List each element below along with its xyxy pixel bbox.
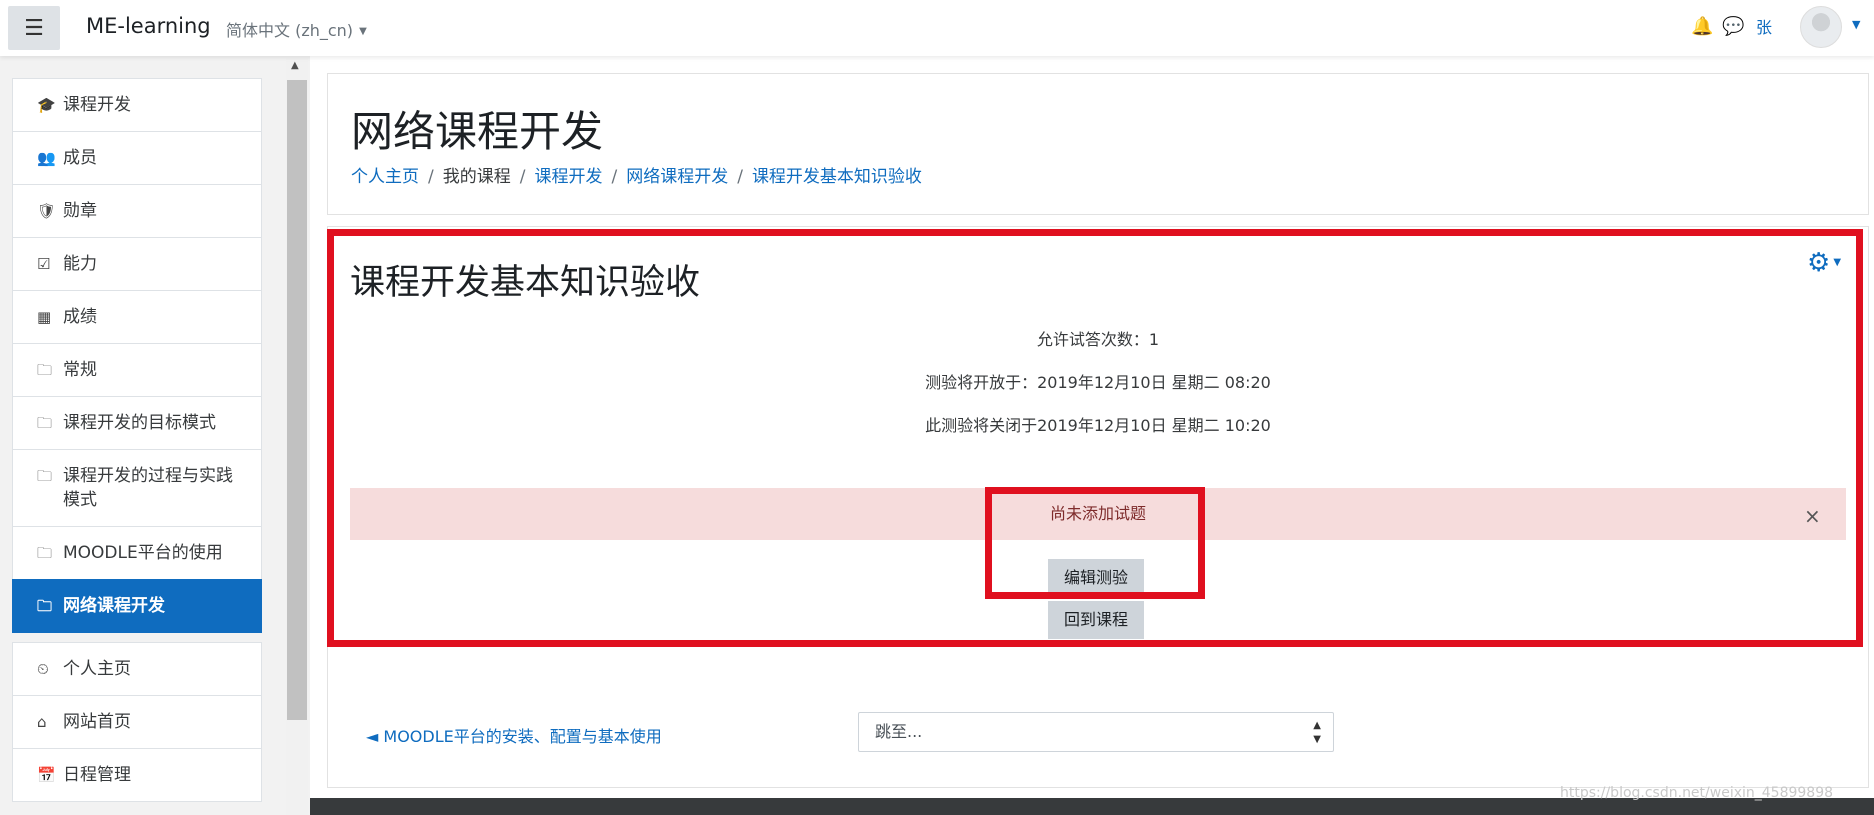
back-to-course-button[interactable]: 回到课程 xyxy=(1048,601,1144,639)
sidebar-item-label: 课程开发的目标模式 xyxy=(63,413,216,433)
users-icon: 👥 xyxy=(37,149,56,167)
sidebar-item-label: 课程开发的过程与实践模式 xyxy=(63,466,233,510)
top-navbar: ☰ ME-learning 简体中文 (zh_cn) ▼ 🔔 💬 张 ▼ xyxy=(0,0,1874,56)
sidebar-item-label: 常规 xyxy=(63,360,97,380)
caret-down-icon: ▼ xyxy=(1833,257,1842,268)
breadcrumb-section[interactable]: 网络课程开发 xyxy=(626,167,728,187)
sidebar-item-label: 成员 xyxy=(63,148,97,168)
quiz-attempts-allowed: 允许试答次数：1 xyxy=(1036,330,1160,349)
folder-icon: 🗀 xyxy=(37,361,53,379)
sidebar: 🎓 课程开发 👥 成员 🛡 勋章 ☑ 能力 ▦ 成绩 🗀 常规 🗀 课程开发的目标模式 🗀 课程… xyxy=(0,56,280,815)
check-square-icon: ☑ xyxy=(37,255,51,273)
sidebar-item-competencies[interactable]: ☑ 能力 xyxy=(12,237,262,291)
gear-icon: ⚙ xyxy=(1807,248,1831,278)
folder-icon: 🗀 xyxy=(37,544,53,562)
watermark: https://blog.csdn.net/weixin_45899898 xyxy=(1560,785,1834,801)
sidebar-item-online-course[interactable]: 🗀 网络课程开发 xyxy=(12,579,262,633)
scroll-up-arrow-icon[interactable]: ▲ xyxy=(291,60,299,71)
sidebar-item-calendar[interactable]: 📅 日程管理 xyxy=(12,748,262,802)
sidebar-item-target-mode[interactable]: 🗀 课程开发的目标模式 xyxy=(12,396,262,450)
sidebar-item-participants[interactable]: 👥 成员 xyxy=(12,131,262,185)
sidebar-item-moodle[interactable]: 🗀 MOODLE平台的使用 xyxy=(12,526,262,580)
folder-icon: 🗀 xyxy=(37,467,53,485)
sidebar-nav: 🎓 课程开发 👥 成员 🛡 勋章 ☑ 能力 ▦ 成绩 🗀 常规 🗀 课程开发的目标模式 🗀 课程… xyxy=(12,78,262,802)
table-icon: ▦ xyxy=(37,308,52,326)
breadcrumb-my-courses: 我的课程 xyxy=(442,167,511,187)
home-icon: ⌂ xyxy=(37,713,47,731)
bell-icon[interactable]: 🔔 xyxy=(1691,16,1713,37)
sidebar-item-site-home[interactable]: ⌂ 网站首页 xyxy=(12,695,262,749)
dashboard-icon: ⏲ xyxy=(37,660,49,678)
quiz-title: 课程开发基本知识验收 xyxy=(350,263,701,303)
avatar[interactable] xyxy=(1800,6,1842,48)
no-questions-alert: 尚未添加试题 xyxy=(350,488,1846,540)
graduation-cap-icon: 🎓 xyxy=(37,96,56,114)
language-label: 简体中文 (zh_cn) xyxy=(226,21,354,40)
sidebar-item-badges[interactable]: 🛡 勋章 xyxy=(12,184,262,238)
jump-to-label: 跳至... xyxy=(875,722,923,741)
sidebar-item-label: 日程管理 xyxy=(63,765,131,785)
breadcrumb-quiz[interactable]: 课程开发基本知识验收 xyxy=(752,167,922,187)
shield-icon: 🛡 xyxy=(37,202,57,220)
menu-toggle-button[interactable]: ☰ xyxy=(8,6,60,50)
folder-icon: 🗀 xyxy=(37,414,53,432)
sidebar-item-label: 个人主页 xyxy=(63,659,131,679)
folder-icon: 🗀 xyxy=(37,597,53,615)
chat-icon[interactable]: 💬 xyxy=(1722,16,1744,37)
hamburger-icon: ☰ xyxy=(24,15,44,41)
select-arrows-icon: ▲ ▼ xyxy=(1313,720,1321,745)
sidebar-item-label: MOODLE平台的使用 xyxy=(63,543,223,563)
page-title: 网络课程开发 xyxy=(351,107,604,156)
close-icon[interactable]: × xyxy=(1804,504,1821,528)
sidebar-item-general[interactable]: 🗀 常规 xyxy=(12,343,262,397)
sidebar-item-label: 能力 xyxy=(63,254,97,274)
user-menu-caret-icon[interactable]: ▼ xyxy=(1852,18,1860,31)
settings-menu[interactable]: ⚙ ▼ xyxy=(1807,248,1841,278)
sidebar-item-course[interactable]: 🎓 课程开发 xyxy=(12,78,262,132)
user-name[interactable]: 张 xyxy=(1756,14,1772,38)
sidebar-item-label: 勋章 xyxy=(63,201,97,221)
breadcrumb-dashboard[interactable]: 个人主页 xyxy=(351,167,419,187)
jump-to-select[interactable]: 跳至... ▲ ▼ xyxy=(858,712,1334,752)
caret-down-icon: ▼ xyxy=(359,26,367,37)
quiz-close-time: 此测验将关闭于2019年12月10日 星期二 10:20 xyxy=(925,416,1271,435)
sidebar-item-label: 网站首页 xyxy=(63,712,131,732)
sidebar-item-label: 网络课程开发 xyxy=(63,596,165,616)
language-selector[interactable]: 简体中文 (zh_cn) ▼ xyxy=(226,17,367,41)
sidebar-item-dashboard[interactable]: ⏲ 个人主页 xyxy=(12,642,262,696)
site-brand[interactable]: ME-learning xyxy=(86,14,211,38)
breadcrumb-course[interactable]: 课程开发 xyxy=(534,167,602,187)
sidebar-scroll-thumb[interactable] xyxy=(287,80,307,720)
breadcrumb: 个人主页 / 我的课程 / 课程开发 / 网络课程开发 / 课程开发基本知识验收 xyxy=(351,167,922,187)
sidebar-item-grades[interactable]: ▦ 成绩 xyxy=(12,290,262,344)
previous-activity-link[interactable]: ◄ MOODLE平台的安装、配置与基本使用 xyxy=(366,723,662,747)
calendar-icon: 📅 xyxy=(37,766,56,784)
page-header: 网络课程开发 个人主页 / 我的课程 / 课程开发 / 网络课程开发 / 课程开发基本知识验收 xyxy=(327,73,1869,215)
sidebar-item-label: 成绩 xyxy=(63,307,97,327)
sidebar-item-process-mode[interactable]: 🗀 课程开发的过程与实践模式 xyxy=(12,449,262,527)
edit-quiz-button[interactable]: 编辑测验 xyxy=(1048,559,1144,597)
quiz-open-time: 测验将开放于：2019年12月10日 星期二 08:20 xyxy=(925,373,1271,392)
sidebar-item-label: 课程开发 xyxy=(63,95,131,115)
